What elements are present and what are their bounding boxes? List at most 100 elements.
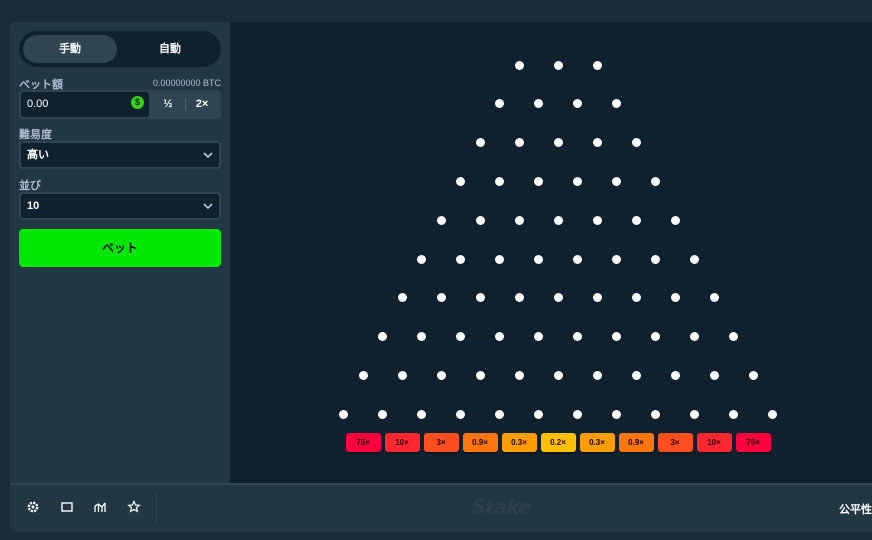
peg (534, 332, 543, 342)
multiplier-slot: 3× (657, 433, 693, 452)
peg (339, 409, 348, 419)
game-footer: Stake 公平性 (10, 483, 872, 532)
peg (592, 370, 602, 380)
peg (475, 215, 485, 225)
half-bet-button[interactable]: ½ (151, 92, 185, 117)
peg (768, 409, 777, 419)
peg (612, 99, 621, 109)
mode-toggle: 手動 自動 (19, 31, 221, 67)
peg (514, 370, 524, 380)
live-stats-icon[interactable] (92, 499, 108, 515)
peg (397, 370, 407, 380)
multiplier-slot: 0.3× (579, 433, 615, 452)
peg (631, 370, 641, 380)
theatre-mode-icon[interactable] (59, 499, 75, 515)
peg (417, 409, 426, 419)
peg (514, 138, 524, 148)
bet-amount-input[interactable]: 0.00 (21, 92, 149, 117)
peg (397, 293, 407, 303)
peg (709, 293, 719, 303)
peg (456, 176, 465, 186)
peg (495, 254, 504, 264)
multiplier-slot: 0.2× (540, 433, 576, 452)
peg (553, 370, 563, 380)
peg (358, 370, 368, 380)
peg (436, 293, 446, 303)
peg (573, 332, 582, 342)
peg (573, 176, 582, 186)
peg (612, 254, 621, 264)
bet-sidebar: 手動 自動 ベット額 0.00000000 BTC 0.00 $ ½ 2× 難易… (10, 22, 230, 483)
multiplier-slot: 3× (423, 433, 459, 452)
peg (553, 138, 563, 148)
peg (670, 215, 680, 225)
peg (651, 176, 660, 186)
peg (573, 409, 582, 419)
favourite-star-icon[interactable] (126, 499, 142, 515)
peg (592, 215, 602, 225)
peg (631, 293, 641, 303)
peg (456, 409, 465, 419)
bet-amount-group: 0.00 $ ½ 2× (19, 90, 221, 119)
peg (670, 370, 680, 380)
multiplier-slot: 0.3× (501, 433, 537, 452)
plinko-board: 76× 10× 3× 0.9× 0.3× 0.2× 0.3× 0.9× 3× 10× 76× (230, 22, 872, 483)
peg (475, 138, 485, 148)
fairness-link[interactable]: 公平性 (839, 501, 872, 517)
difficulty-label: 難易度 (19, 129, 52, 141)
dollar-coin-icon: $ (131, 96, 144, 109)
difficulty-select[interactable]: 高い (19, 141, 221, 169)
peg (378, 409, 387, 419)
peg (631, 138, 641, 148)
rows-value: 10 (27, 200, 40, 212)
peg (475, 370, 485, 380)
peg (495, 409, 504, 419)
peg (495, 99, 504, 109)
peg (612, 409, 621, 419)
chevron-down-icon (203, 152, 213, 159)
peg (670, 293, 680, 303)
peg (534, 99, 543, 109)
peg (534, 254, 543, 264)
peg (436, 370, 446, 380)
peg (748, 370, 758, 380)
peg (553, 60, 563, 70)
rows-select[interactable]: 10 (19, 192, 221, 220)
peg (514, 60, 524, 70)
stake-logo: Stake (472, 495, 532, 519)
double-bet-button[interactable]: 2× (185, 92, 219, 117)
peg (651, 409, 660, 419)
peg (456, 332, 465, 342)
peg (592, 138, 602, 148)
peg (475, 293, 485, 303)
peg (612, 332, 621, 342)
manual-tab[interactable]: 手動 (23, 35, 117, 63)
peg (651, 332, 660, 342)
bet-button[interactable]: ベット (19, 229, 221, 267)
peg (553, 215, 563, 225)
peg (495, 332, 504, 342)
auto-tab[interactable]: 自動 (123, 35, 217, 63)
peg (534, 176, 543, 186)
peg (456, 254, 465, 264)
peg (690, 409, 699, 419)
peg (573, 254, 582, 264)
footer-divider (156, 493, 157, 523)
peg (709, 370, 719, 380)
settings-icon[interactable] (25, 499, 41, 515)
multiplier-slot: 10× (384, 433, 420, 452)
peg (553, 293, 563, 303)
bet-balance: 0.00000000 BTC (152, 78, 221, 88)
peg (612, 176, 621, 186)
peg (729, 409, 738, 419)
peg (436, 215, 446, 225)
peg (417, 332, 426, 342)
peg (729, 332, 738, 342)
multiplier-slot: 10× (696, 433, 732, 452)
peg (534, 409, 543, 419)
peg (378, 332, 387, 342)
top-bar (0, 0, 872, 22)
peg (690, 332, 699, 342)
game-board-area: 76× 10× 3× 0.9× 0.3× 0.2× 0.3× 0.9× 3× 10× 76× (230, 22, 872, 483)
rows-label: 並び (19, 180, 41, 192)
